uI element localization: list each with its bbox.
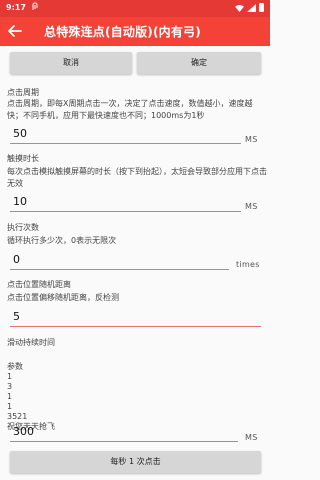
swipe-duration-label: 滑动持续时间 <box>7 338 55 347</box>
swipe-param-line: 1 <box>7 392 13 401</box>
click-period-description: 点击周期，即每X周期点击一次，决定了点击速度，数值越小，速度越快；不同手机，应用… <box>7 99 253 120</box>
swipe-duration-unit: MS <box>245 433 258 442</box>
swipe-duration-input[interactable]: 300 <box>10 424 238 442</box>
status-bar: 9:17 <box>0 0 270 17</box>
touch-duration-label: 触摸时长 <box>7 154 39 163</box>
page-title: 总特殊连点(自动版)(内有弓) <box>44 25 201 39</box>
wifi-icon <box>235 4 244 12</box>
swipe-param-line: 参数 <box>7 362 23 371</box>
touch-duration-value: 10 <box>13 195 27 208</box>
back-arrow-icon[interactable] <box>7 23 23 39</box>
touch-duration-input[interactable]: 10 <box>10 194 241 212</box>
system-icons <box>235 3 264 12</box>
cancel-button[interactable]: 取消 <box>10 52 132 74</box>
swipe-param-line: 1 <box>7 402 13 411</box>
swipe-param-line: 3 <box>7 382 13 391</box>
click-period-label: 点击周期 <box>7 88 39 97</box>
exec-count-description: 循环执行多少次，0表示无限次 <box>7 236 117 245</box>
click-period-value: 50 <box>13 127 27 140</box>
app-bar: 总特殊连点(自动版)(内有弓) <box>0 17 270 46</box>
signal-icon <box>247 3 256 12</box>
random-offset-description: 点击位置偏移随机距离，反检测 <box>7 293 119 302</box>
swipe-params-list: 参数 1 3 1 1 3521 祝您天天抢飞 <box>7 362 55 432</box>
input-underline <box>10 441 238 442</box>
input-underline <box>10 211 241 212</box>
clicks-per-second-button[interactable]: 每秒 1 次点击 <box>10 451 261 473</box>
random-offset-value: 5 <box>13 310 20 323</box>
exec-count-value: 0 <box>13 253 20 266</box>
exec-count-input[interactable]: 0 <box>10 252 229 270</box>
click-period-unit: MS <box>245 135 258 144</box>
battery-icon <box>259 3 264 12</box>
swipe-duration-value: 300 <box>13 425 34 438</box>
exec-count-unit: times <box>236 260 260 269</box>
input-underline <box>10 326 261 327</box>
notification-icon <box>31 2 39 13</box>
status-time: 9:17 <box>6 3 26 12</box>
ok-button[interactable]: 确定 <box>137 52 261 74</box>
swipe-param-line: 3521 <box>7 412 28 421</box>
click-period-input[interactable]: 50 <box>10 126 241 144</box>
input-underline <box>10 143 241 144</box>
input-underline <box>10 269 229 270</box>
random-offset-label: 点击位置随机距离 <box>7 280 71 289</box>
touch-duration-unit: MS <box>245 202 258 211</box>
random-offset-input[interactable]: 5 <box>10 309 261 327</box>
exec-count-label: 执行次数 <box>7 223 39 232</box>
swipe-param-line: 1 <box>7 372 13 381</box>
touch-duration-description: 每次点击模拟触摸屏幕的时长（按下到抬起），太短会导致部分应用下点击无效 <box>7 167 267 188</box>
